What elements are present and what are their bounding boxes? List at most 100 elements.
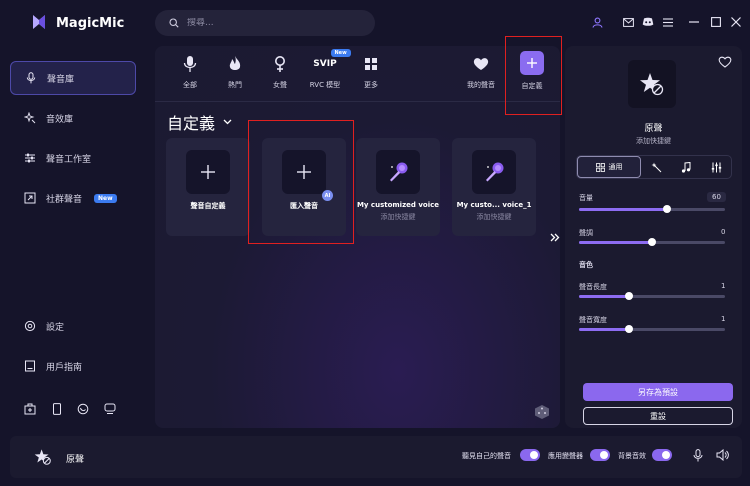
maximize-button[interactable] bbox=[708, 14, 724, 30]
phone-icon bbox=[53, 403, 61, 415]
seg-general[interactable]: 通用 bbox=[577, 156, 641, 178]
volume-slider[interactable] bbox=[579, 205, 725, 213]
discord-icon bbox=[642, 17, 654, 26]
tab-my-voices[interactable]: 我的聲音 bbox=[459, 54, 503, 90]
add-shortcut-link[interactable]: 添加快捷鍵 bbox=[565, 136, 742, 146]
slider-knob[interactable] bbox=[662, 205, 671, 213]
chat-bubble-icon bbox=[77, 403, 89, 415]
mobile-button[interactable] bbox=[52, 403, 62, 415]
app-title: MagicMic bbox=[56, 15, 125, 31]
expand-panel-button[interactable] bbox=[550, 233, 560, 242]
seg-effects[interactable] bbox=[641, 156, 671, 178]
sidebar-item-settings[interactable]: 設定 bbox=[10, 309, 136, 343]
reset-button[interactable]: 重設 bbox=[583, 407, 733, 425]
highlight-box bbox=[248, 120, 354, 244]
hear-self-toggle[interactable] bbox=[520, 449, 540, 461]
card-shortcut[interactable]: 添加快捷鍵 bbox=[477, 212, 512, 222]
sidebar-item-community-voices[interactable]: 社群聲音 New bbox=[10, 181, 136, 215]
bg-sound-label: 背景音效 bbox=[618, 452, 646, 460]
current-voice-name: 原聲 bbox=[66, 455, 85, 465]
speaker-icon bbox=[716, 449, 729, 461]
card-my-customized-voice-1[interactable]: My custo... voice_1 添加快捷鍵 bbox=[452, 138, 536, 236]
save-preset-button[interactable]: 另存為預設 bbox=[583, 383, 733, 401]
plus-icon bbox=[527, 58, 537, 68]
tab-all[interactable]: 全部 bbox=[168, 54, 212, 90]
magic-mic-icon bbox=[390, 162, 408, 182]
random-voice-button[interactable] bbox=[534, 404, 550, 420]
svip-icon: SVIP bbox=[313, 59, 337, 69]
minimize-button[interactable] bbox=[686, 14, 702, 30]
flame-icon bbox=[229, 56, 241, 70]
plus-icon bbox=[201, 165, 215, 179]
grid-icon bbox=[595, 162, 605, 172]
sidebar-item-voice-library[interactable]: 聲音庫 bbox=[10, 61, 136, 95]
main-panel bbox=[155, 46, 560, 428]
tab-popular[interactable]: 熱門 bbox=[213, 54, 257, 90]
card-voice-customize[interactable]: 聲音自定義 bbox=[166, 138, 250, 236]
new-badge: New bbox=[94, 193, 117, 203]
seg-label: 通用 bbox=[608, 163, 623, 171]
tab-divider bbox=[155, 101, 560, 102]
toggle-knob bbox=[600, 451, 608, 459]
menu-button[interactable] bbox=[660, 14, 676, 30]
card-shortcut[interactable]: 添加快捷鍵 bbox=[381, 212, 416, 222]
chevron-down-icon bbox=[223, 119, 232, 125]
tab-label: 自定義 bbox=[521, 82, 543, 90]
search-bar[interactable] bbox=[155, 10, 375, 36]
close-icon bbox=[731, 17, 741, 27]
pitch-value: 0 bbox=[721, 228, 726, 236]
voice-length-label: 聲音長度 bbox=[579, 283, 607, 291]
mail-button[interactable] bbox=[620, 14, 636, 30]
voice-length-value: 1 bbox=[721, 282, 726, 290]
slider-knob[interactable] bbox=[624, 292, 633, 300]
star-slash-icon bbox=[640, 73, 664, 96]
section-header[interactable]: 自定義 bbox=[167, 110, 232, 134]
favorite-button[interactable] bbox=[718, 56, 732, 68]
search-input[interactable] bbox=[187, 18, 357, 28]
pitch-slider[interactable] bbox=[579, 238, 725, 246]
voice-length-slider[interactable] bbox=[579, 292, 725, 300]
user-icon bbox=[591, 17, 603, 28]
toolbox-button[interactable] bbox=[24, 403, 36, 415]
sidebar-item-label: 聲音庫 bbox=[47, 74, 75, 85]
card-icon-box bbox=[472, 150, 516, 194]
volume-label: 音量 bbox=[579, 194, 593, 202]
magic-mic-icon bbox=[486, 162, 504, 182]
account-button[interactable] bbox=[589, 14, 605, 30]
toggle-knob bbox=[530, 451, 538, 459]
tab-custom[interactable]: 自定義 bbox=[510, 51, 554, 91]
tab-more[interactable]: 更多 bbox=[349, 54, 393, 90]
voice-width-slider[interactable] bbox=[579, 325, 725, 333]
seg-music[interactable] bbox=[671, 156, 701, 178]
voice-changer-toggle[interactable] bbox=[590, 449, 610, 461]
sidebar-item-voice-studio[interactable]: 聲音工作室 bbox=[10, 141, 136, 175]
speaker-button[interactable] bbox=[716, 449, 729, 461]
tab-rvc-model[interactable]: SVIP New RVC 模型 bbox=[303, 49, 351, 90]
feedback-button[interactable] bbox=[104, 403, 116, 415]
tab-label: 全部 bbox=[183, 81, 197, 89]
sidebar-item-sound-effects[interactable]: 音效庫 bbox=[10, 101, 136, 135]
slider-knob[interactable] bbox=[624, 325, 633, 333]
discord-button[interactable] bbox=[640, 14, 656, 30]
sidebar-item-user-guide[interactable]: 用戶指南 bbox=[10, 349, 136, 383]
gear-icon bbox=[24, 320, 36, 332]
minimize-icon bbox=[689, 21, 699, 23]
current-voice-avatar bbox=[30, 444, 56, 470]
slider-knob[interactable] bbox=[648, 238, 656, 246]
double-chevron-right-icon bbox=[550, 233, 560, 242]
feedback-icon bbox=[104, 403, 116, 414]
music-note-icon bbox=[681, 161, 691, 173]
hear-self-label: 聽見自己的聲音 bbox=[462, 452, 511, 460]
tab-female[interactable]: 女聲 bbox=[258, 54, 302, 90]
bg-sound-toggle[interactable] bbox=[652, 449, 672, 461]
close-button[interactable] bbox=[728, 14, 744, 30]
toolbox-icon bbox=[24, 403, 36, 415]
app-logo: MagicMic bbox=[30, 12, 124, 34]
seg-equalizer[interactable] bbox=[701, 156, 731, 178]
microphone-button[interactable] bbox=[693, 449, 703, 462]
equalizer-icon bbox=[711, 162, 721, 172]
chat-button[interactable] bbox=[77, 403, 89, 415]
card-my-customized-voice[interactable]: My customized voice 添加快捷鍵 bbox=[356, 138, 440, 236]
voice-avatar bbox=[628, 60, 676, 108]
section-title: 自定義 bbox=[167, 114, 216, 133]
